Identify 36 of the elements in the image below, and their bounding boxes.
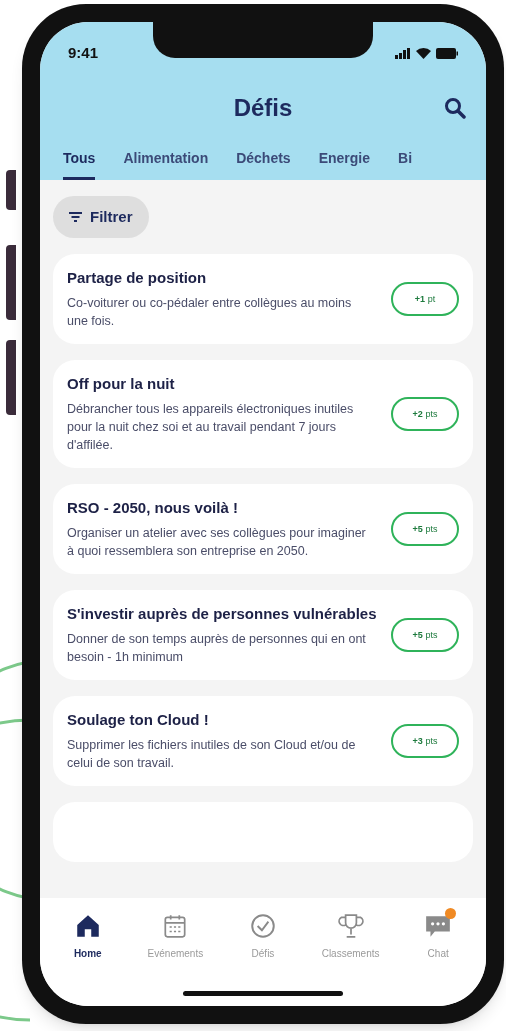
challenge-description: Co-voiturer ou co-pédaler entre collègues au moins une fois.	[67, 295, 353, 330]
check-icon	[249, 912, 277, 940]
challenge-card[interactable]: Partage de position Co-voiturer ou co-pédaler entre collègues au moins une fois. +1 pt	[53, 254, 473, 344]
filter-icon	[69, 212, 82, 222]
nav-tab[interactable]: Home	[45, 912, 130, 1006]
screen-title: Défis	[233, 93, 293, 123]
search-icon[interactable]	[444, 97, 466, 119]
category-tab[interactable]: Energie	[318, 148, 370, 180]
challenge-description: Donner de son temps auprès de personnes qui en ont besoin - 1h minimum	[67, 631, 367, 666]
challenge-card[interactable]: S'investir auprès de personnes vulnérables Donner de son temps auprès de personnes qui en ont besoin - 1h minimum +5 pts	[53, 590, 473, 680]
category-tab[interactable]: Alimentation	[123, 148, 209, 180]
trophy-icon	[336, 912, 365, 940]
challenge-description: Supprimer les fichiers inutiles de son Cloud et/ou de celui de son travail.	[67, 737, 357, 772]
challenge-title: Off pour la nuit	[67, 374, 176, 394]
points-badge: +5 pts	[391, 618, 459, 652]
filter-button[interactable]: Filtrer	[53, 196, 149, 238]
challenge-card[interactable]: Soulage ton Cloud ! Supprimer les fichiers inutiles de son Cloud et/ou de celui de son travail. +3 pts	[53, 696, 473, 786]
challenge-title: S'investir auprès de personnes vulnérables	[67, 604, 378, 624]
challenge-description: Débrancher tous les appareils électroniques inutiles pour la nuit chez soi et au travail pendant 7 jours d'affilée.	[67, 401, 355, 454]
points-badge: +1 pt	[391, 282, 459, 316]
challenge-title: Partage de position	[67, 268, 208, 288]
status-time: 9:41	[68, 42, 99, 63]
battery-icon	[436, 47, 458, 59]
points-badge: +3 pts	[391, 724, 459, 758]
category-tab[interactable]: Déchets	[236, 148, 291, 180]
points-badge: +2 pts	[391, 397, 459, 431]
points-badge: +5 pts	[391, 512, 459, 546]
challenge-title: RSO - 2050, nous voilà !	[67, 498, 239, 518]
challenge-card[interactable]: Off pour la nuit Débrancher tous les appareils électroniques inutiles pour la nuit chez soi et au travail pendant 7 jours d'affilée. +2 pts	[53, 360, 473, 468]
challenge-card[interactable]: RSO - 2050, nous voilà ! Organiser un atelier avec ses collègues pour imaginer à quoi ressemblera son entreprise en 2050. +5 pts	[53, 484, 473, 574]
category-tab[interactable]: Bi	[398, 148, 412, 180]
category-tab[interactable]: Tous	[63, 148, 96, 180]
challenge-title: Soulage ton Cloud !	[67, 710, 210, 730]
wifi-icon	[416, 47, 431, 59]
challenge-description: Organiser un atelier avec ses collègues pour imaginer à quoi ressemblera son entreprise en 2050.	[67, 525, 367, 560]
signal-icon	[395, 47, 411, 59]
